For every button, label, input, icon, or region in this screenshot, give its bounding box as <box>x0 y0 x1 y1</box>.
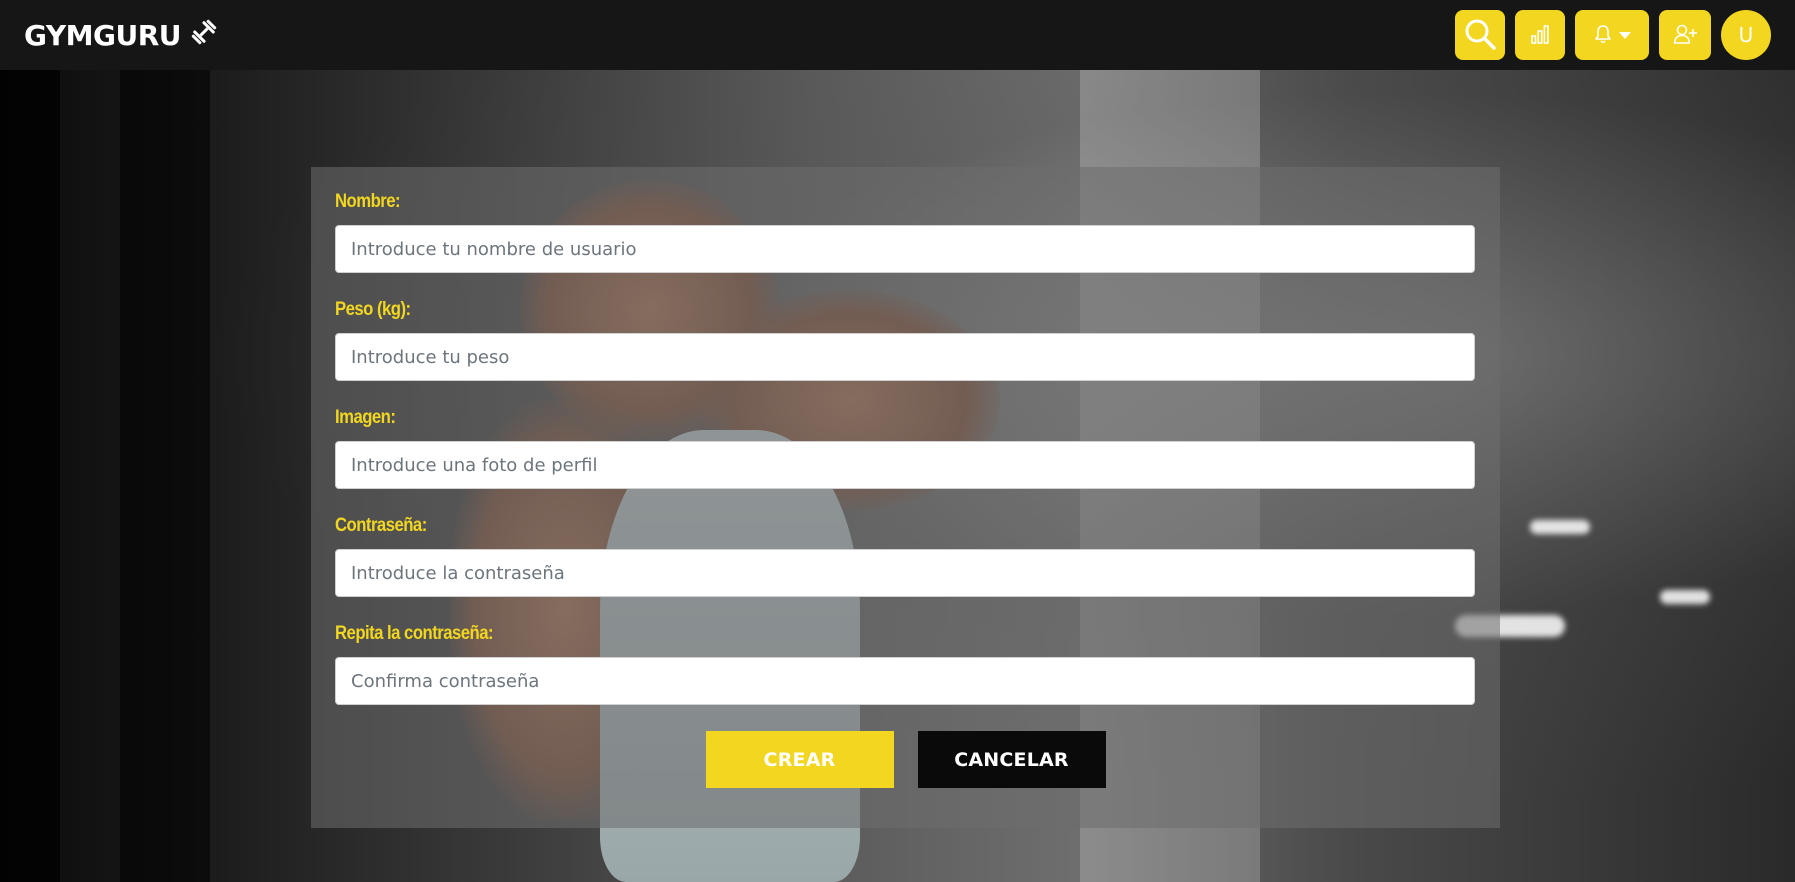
form-field-peso: Peso (kg): <box>335 299 1476 381</box>
form-field-nombre: Nombre: <box>335 191 1476 273</box>
add-user-button[interactable] <box>1659 10 1711 60</box>
create-user-form: Nombre: Peso (kg): Imagen: Contraseña: R… <box>311 167 1500 828</box>
bell-icon <box>1593 24 1613 47</box>
cancelar-button[interactable]: CANCELAR <box>917 731 1106 788</box>
crear-button[interactable]: CREAR <box>705 731 894 788</box>
avatar-letter: U <box>1738 23 1754 47</box>
form-field-imagen: Imagen: <box>335 407 1476 489</box>
user-plus-icon <box>1673 23 1697 48</box>
caret-down-icon <box>1619 28 1631 43</box>
confirm-password-input[interactable] <box>335 657 1475 705</box>
dumbbell-icon <box>189 17 219 54</box>
imagen-input[interactable] <box>335 441 1475 489</box>
stats-button[interactable] <box>1515 10 1565 60</box>
navbar: GYMGURU U <box>0 0 1795 70</box>
form-field-contrasena: Contraseña: <box>335 515 1476 597</box>
notifications-dropdown-button[interactable] <box>1575 10 1649 60</box>
brand-name: GYMGURU <box>24 18 182 52</box>
search-button[interactable] <box>1455 10 1505 60</box>
peso-input[interactable] <box>335 333 1475 381</box>
contrasena-label: Contraseña: <box>335 515 427 536</box>
imagen-label: Imagen: <box>335 407 396 428</box>
search-icon <box>1463 17 1497 54</box>
nombre-label: Nombre: <box>335 191 401 212</box>
password-input[interactable] <box>335 549 1475 597</box>
nav-actions: U <box>1455 10 1771 60</box>
form-actions: CREAR CANCELAR <box>335 731 1476 788</box>
brand[interactable]: GYMGURU <box>24 17 219 54</box>
nombre-input[interactable] <box>335 225 1475 273</box>
repita-contrasena-label: Repita la contraseña: <box>335 623 494 644</box>
peso-label: Peso (kg): <box>335 299 411 320</box>
bar-chart-icon <box>1530 24 1550 47</box>
avatar[interactable]: U <box>1721 10 1771 60</box>
form-field-repita-contrasena: Repita la contraseña: <box>335 623 1476 705</box>
